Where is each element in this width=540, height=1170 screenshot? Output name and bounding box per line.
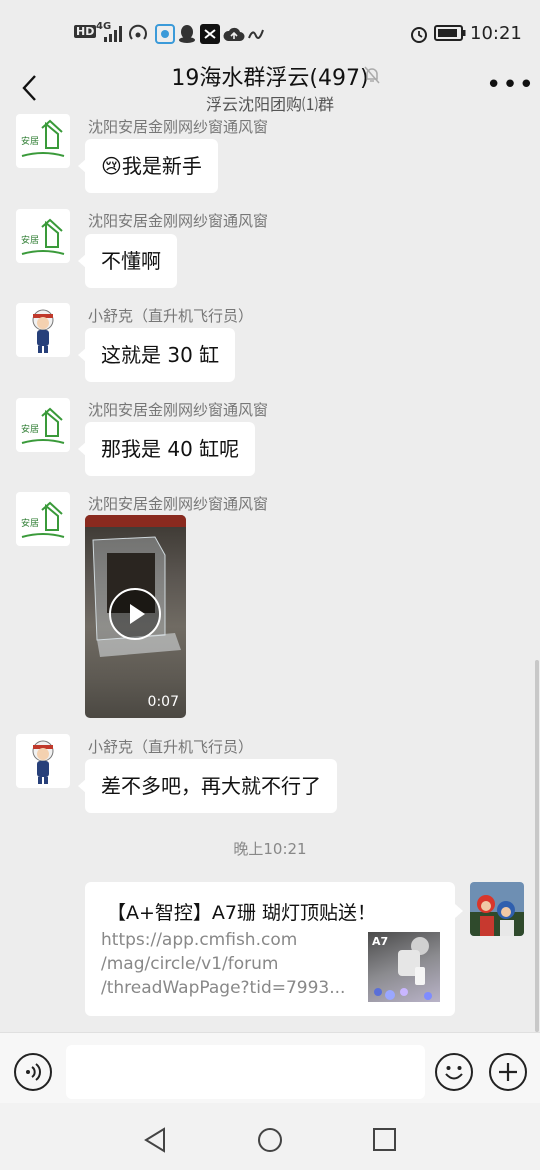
mute-bell-icon [364, 66, 380, 84]
coral-lamp-image [374, 937, 432, 1000]
link-card-title: 【A+智控】A7珊 瑚灯顶贴送！ [107, 902, 377, 924]
battery-icon [434, 25, 466, 41]
avatar[interactable]: 安居 [16, 398, 70, 452]
voice-input-button[interactable] [14, 1053, 52, 1091]
clock: 10:21 [470, 23, 522, 44]
message-text: 我是新手 [121, 154, 202, 178]
sender-name: 小舒克（直升机飞行员） [88, 738, 254, 756]
pilot-avatar-icon [32, 309, 54, 353]
crying-emoji-icon: 😢 [101, 154, 122, 178]
more-options-button[interactable]: ••• [486, 72, 535, 98]
sender-name: 沈阳安居金刚网纱窗通风窗 [88, 212, 269, 230]
more-functions-button[interactable] [489, 1053, 527, 1091]
link-card-thumbnail: A7 [368, 932, 440, 1002]
plus-icon [499, 1063, 517, 1081]
message-bubble[interactable]: 😢我是新手 [78, 139, 218, 193]
message-input[interactable] [66, 1045, 425, 1099]
emoji-button[interactable] [435, 1053, 473, 1091]
signal-icon [104, 26, 122, 42]
hotspot-icon [129, 24, 147, 40]
message-bubble[interactable]: 差不多吧，再大就不行了 [78, 759, 337, 813]
sender-name: 沈阳安居金刚网纱窗通风窗 [88, 401, 269, 419]
play-icon [130, 604, 145, 624]
pilot-avatar-icon [32, 740, 54, 784]
timestamp: 晚上10:21 [233, 840, 307, 858]
logo-text: 安居 [21, 423, 39, 435]
scrollbar[interactable] [535, 660, 539, 1032]
avatar[interactable] [16, 734, 70, 788]
photo-avatar [470, 882, 524, 936]
logo-text: 安居 [21, 517, 39, 529]
link-card-url-line: /mag/circle/v1/forum [101, 954, 279, 974]
voice-icon [26, 1063, 41, 1081]
logo-text: 安居 [21, 234, 39, 246]
nav-home-icon[interactable] [256, 1126, 284, 1154]
link-card[interactable]: 【A+智控】A7珊 瑚灯顶贴送！ https://app.cmfish.com … [85, 882, 463, 1016]
hd-icon: HD [74, 25, 97, 38]
avatar[interactable]: 安居 [16, 209, 70, 263]
cloud-upload-icon [223, 27, 245, 41]
nav-recents-icon[interactable] [372, 1127, 398, 1153]
sender-name: 沈阳安居金刚网纱窗通风窗 [88, 495, 269, 513]
avatar[interactable]: 安居 [16, 492, 70, 546]
message-bubble[interactable]: 那我是 40 缸呢 [77, 422, 256, 476]
link-card-url-line: /threadWapPage?tid=7993... [101, 978, 346, 998]
my-avatar[interactable] [470, 882, 524, 936]
house-logo-icon: 安居 [21, 218, 65, 255]
alarm-icon [411, 27, 427, 43]
group-subtitle: 浮云沈阳团购⑴群 [205, 95, 334, 114]
video-message[interactable]: 0:07 [85, 515, 186, 718]
sender-name: 沈阳安居金刚网纱窗通风窗 [88, 118, 269, 136]
message-text: 差不多吧，再大就不行了 [101, 774, 321, 798]
qq-icon [179, 25, 195, 43]
smiley-icon [445, 1066, 463, 1080]
group-title: 19海水群浮云(497) [171, 66, 369, 91]
message-bubble[interactable]: 这就是 30 缸 [77, 328, 236, 382]
house-logo-icon: 安居 [21, 119, 65, 157]
logo-text: 安居 [21, 135, 39, 147]
house-logo-icon: 安居 [21, 501, 65, 538]
message-bubble[interactable]: 不懂啊 [78, 234, 177, 288]
avatar[interactable]: 安居 [16, 114, 70, 168]
message-text: 不懂啊 [101, 249, 161, 273]
sender-name: 小舒克（直升机飞行员） [88, 307, 254, 325]
message-text: 这就是 30 缸 [101, 343, 220, 367]
avatar[interactable] [16, 303, 70, 357]
house-logo-icon: 安居 [21, 407, 65, 444]
nav-back-icon[interactable] [142, 1126, 168, 1154]
app-notification-icon [155, 24, 175, 44]
video-duration: 0:07 [147, 694, 179, 710]
link-card-url-line: https://app.cmfish.com [101, 930, 298, 950]
status-bar: HD 4G 10:21 [0, 0, 540, 62]
play-button[interactable] [109, 588, 161, 640]
capcut-icon [200, 24, 220, 44]
message-text: 那我是 40 缸呢 [101, 437, 240, 461]
sound-wave-icon [248, 29, 264, 39]
